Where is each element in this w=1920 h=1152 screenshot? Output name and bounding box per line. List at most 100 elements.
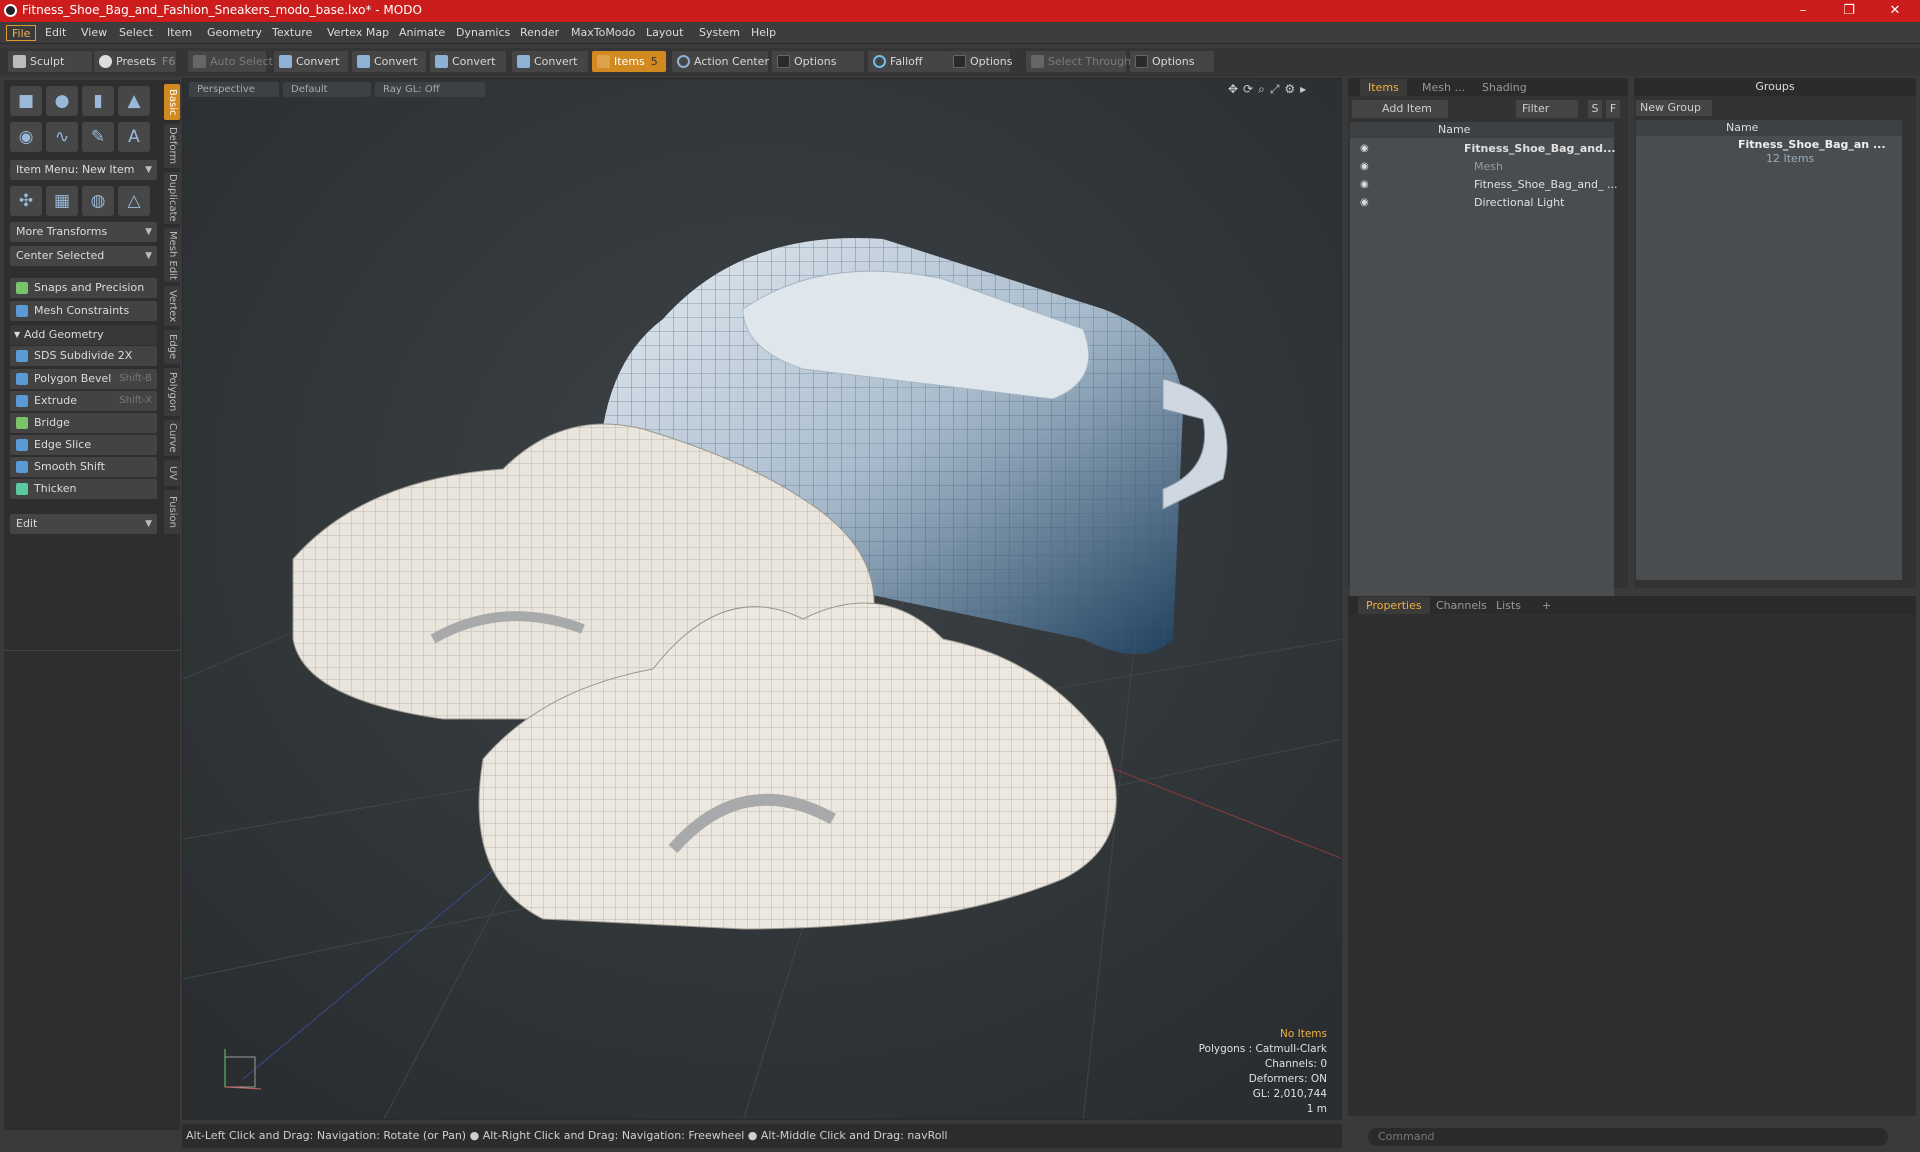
tool-sds-subdivide[interactable]: SDS Subdivide 2X — [10, 346, 157, 366]
tool-polygon-bevel[interactable]: Polygon Bevel Shift-B — [10, 369, 157, 389]
tab-items[interactable]: Items — [1360, 79, 1407, 96]
tree-item-scene[interactable]: ◉ Fitness_Shoe_Bag_and... — [1350, 140, 1616, 158]
menu-animate[interactable]: Animate — [394, 25, 450, 41]
mesh-constraints-button[interactable]: Mesh Constraints — [10, 301, 157, 321]
tab-shading[interactable]: Shading — [1474, 79, 1535, 96]
tree-item-mesh[interactable]: ◉ Mesh — [1350, 158, 1614, 176]
tab-polygon[interactable]: Polygon — [164, 368, 180, 416]
tab-curve[interactable]: Curve — [164, 420, 180, 456]
maximize-button[interactable]: ❐ — [1826, 1, 1872, 21]
tree-item-group[interactable]: ◉ Fitness_Shoe_Bag_and_ ... — [1350, 176, 1618, 194]
tab-edge[interactable]: Edge — [164, 330, 180, 364]
tab-uv[interactable]: UV — [164, 460, 180, 486]
menu-dynamics[interactable]: Dynamics — [451, 25, 515, 41]
filter-items-button[interactable]: Filter Items — [1516, 100, 1578, 133]
tool-smooth-shift[interactable]: Smooth Shift — [10, 457, 157, 477]
sphere-icon[interactable]: ● — [46, 86, 78, 116]
tool-bridge[interactable]: Bridge — [10, 413, 157, 433]
options-button-1[interactable]: Options — [772, 51, 864, 72]
tab-channels[interactable]: Channels — [1428, 597, 1495, 614]
more-transforms-dropdown[interactable]: More Transforms ▼ — [10, 222, 157, 242]
edit-dropdown[interactable]: Edit ▼ — [10, 514, 157, 534]
menu-geometry[interactable]: Geometry — [202, 25, 267, 41]
convert-button-4[interactable]: Convert — [512, 51, 588, 72]
chevron-down-icon: ▼ — [145, 165, 152, 175]
tab-vertex[interactable]: Vertex — [164, 286, 180, 326]
view-perspective-menu[interactable]: Perspective — [189, 82, 279, 97]
minimize-button[interactable]: – — [1780, 1, 1826, 21]
grid-icon[interactable]: ▦ — [46, 186, 78, 216]
tab-duplicate[interactable]: Duplicate — [164, 172, 180, 224]
tab-lists[interactable]: Lists — [1488, 597, 1529, 614]
eye-icon[interactable]: ◉ — [1360, 197, 1372, 209]
tab-mesh-edit[interactable]: Mesh Edit — [164, 228, 180, 282]
tab-properties[interactable]: Properties — [1358, 597, 1430, 614]
tool-extrude[interactable]: Extrude Shift-X — [10, 391, 157, 411]
menu-select[interactable]: Select — [114, 25, 158, 41]
tree-item-light[interactable]: ◉ Directional Light — [1350, 194, 1614, 212]
command-input[interactable]: Command — [1368, 1128, 1888, 1146]
items-mode-button[interactable]: Items 5 — [592, 51, 666, 72]
auto-select-button[interactable]: Auto Select — [188, 51, 273, 72]
menu-file[interactable]: File — [6, 25, 37, 41]
menu-layout[interactable]: Layout — [641, 25, 688, 41]
tool-edge-slice[interactable]: Edge Slice — [10, 435, 157, 455]
tab-deform[interactable]: Deform — [164, 124, 180, 168]
tab-basic[interactable]: Basic — [164, 84, 180, 120]
cube-icon[interactable]: ■ — [10, 86, 42, 116]
tool-thicken[interactable]: Thicken — [10, 479, 157, 499]
tab-mesh[interactable]: Mesh ... — [1414, 79, 1473, 96]
menu-vertex-map[interactable]: Vertex Map — [322, 25, 394, 41]
items-icon — [597, 55, 610, 68]
cone-icon[interactable]: ▲ — [118, 86, 150, 116]
presets-button[interactable]: Presets F6 — [94, 51, 176, 72]
close-button[interactable]: ✕ — [1872, 1, 1918, 21]
options-button-2[interactable]: Options — [948, 51, 1012, 72]
3d-viewport[interactable]: Perspective Default Ray GL: Off ✥⟳⌕⤢⚙▸ N… — [182, 78, 1342, 1120]
item-menu-dropdown[interactable]: Item Menu: New Item ▼ — [10, 160, 157, 180]
menu-maxtomodo[interactable]: MaxToModo — [566, 25, 640, 41]
action-center-button[interactable]: Action Center — [672, 51, 769, 72]
torus-icon[interactable]: ◉ — [10, 122, 42, 152]
menu-view[interactable]: View — [76, 25, 112, 41]
menu-item[interactable]: Item — [162, 25, 197, 41]
add-tab-button[interactable]: + — [1534, 597, 1559, 614]
menu-render[interactable]: Render — [515, 25, 564, 41]
convert-button-1[interactable]: Convert — [274, 51, 348, 72]
convert-button-3[interactable]: Convert — [430, 51, 506, 72]
add-item-button[interactable]: Add Item — [1352, 100, 1448, 118]
viewport-nav-icons[interactable]: ✥⟳⌕⤢⚙▸ — [1228, 82, 1311, 97]
thicken-icon — [16, 483, 28, 495]
menu-texture[interactable]: Texture — [267, 25, 317, 41]
snaps-button[interactable]: Snaps and Precision — [10, 278, 157, 298]
sculpt-button[interactable]: Sculpt — [8, 51, 92, 72]
eye-icon[interactable]: ◉ — [1360, 143, 1372, 155]
transform-icon[interactable]: ✣ — [10, 186, 42, 216]
menu-help[interactable]: Help — [746, 25, 781, 41]
view-shading-menu[interactable]: Default — [283, 82, 371, 97]
new-group-button[interactable]: New Group — [1636, 100, 1712, 116]
s-toggle[interactable]: S — [1588, 100, 1602, 118]
cylinder-icon[interactable]: ▮ — [82, 86, 114, 116]
falloff-button[interactable]: Falloff — [868, 51, 948, 72]
perspective-grid-icon[interactable]: △ — [118, 186, 150, 216]
curve-icon[interactable]: ∿ — [46, 122, 78, 152]
raygl-menu[interactable]: Ray GL: Off — [375, 82, 485, 97]
eye-icon[interactable]: ◉ — [1360, 161, 1372, 173]
convert-button-2[interactable]: Convert — [352, 51, 426, 72]
globe-icon[interactable]: ◍ — [82, 186, 114, 216]
stat-polygons: Polygons : Catmull-Clark — [1198, 1043, 1327, 1055]
auto-select-icon — [193, 55, 206, 68]
menu-edit[interactable]: Edit — [40, 25, 71, 41]
pen-icon[interactable]: ✎ — [82, 122, 114, 152]
options-button-3[interactable]: Options — [1130, 51, 1214, 72]
center-selected-dropdown[interactable]: Center Selected ▼ — [10, 246, 157, 266]
group-name[interactable]: Fitness_Shoe_Bag_an ... — [1738, 138, 1886, 151]
f-toggle[interactable]: F — [1606, 100, 1620, 118]
add-geometry-header[interactable]: ▼ Add Geometry — [10, 325, 157, 345]
eye-icon[interactable]: ◉ — [1360, 179, 1372, 191]
select-through-button[interactable]: Select Through — [1026, 51, 1131, 72]
tab-fusion[interactable]: Fusion — [164, 490, 180, 534]
text-icon[interactable]: A — [118, 122, 150, 152]
menu-system[interactable]: System — [694, 25, 745, 41]
